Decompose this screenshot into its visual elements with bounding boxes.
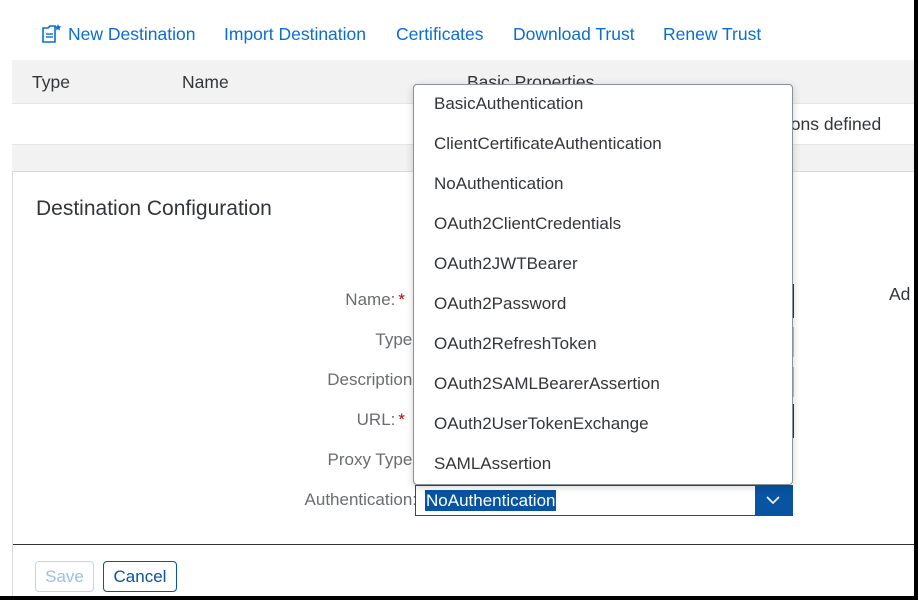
description-field-edge[interactable] [793, 367, 794, 397]
option-saml-assertion[interactable]: SAMLAssertion [434, 454, 551, 474]
url-label: URL: * [356, 410, 405, 429]
footer-divider [13, 544, 914, 545]
additional-properties-label: Ad [889, 284, 911, 304]
required-marker: * [398, 290, 405, 309]
app-window: New Destination Import Destination Certi… [0, 0, 914, 596]
panel-title: Destination Configuration [36, 197, 272, 220]
option-oauth2-refresh-token[interactable]: OAuth2RefreshToken [434, 334, 597, 354]
description-label: Description: [327, 370, 417, 389]
authentication-selected-value[interactable]: NoAuthentication [425, 490, 557, 511]
column-header-name[interactable]: Name [182, 72, 229, 93]
certificates-button[interactable]: Certificates [396, 24, 484, 45]
save-button[interactable]: Save [35, 561, 94, 592]
renew-trust-button[interactable]: Renew Trust [663, 24, 761, 45]
new-destination-icon[interactable] [40, 23, 62, 45]
chevron-down-icon [766, 496, 780, 505]
column-header-type[interactable]: Type [32, 72, 70, 93]
import-destination-button[interactable]: Import Destination [224, 24, 366, 45]
option-oauth2-password[interactable]: OAuth2Password [434, 294, 566, 314]
authentication-select[interactable]: NoAuthentication [415, 485, 793, 516]
proxy-type-label: Proxy Type: [327, 450, 417, 469]
option-client-certificate-authentication[interactable]: ClientCertificateAuthentication [434, 134, 662, 154]
toolbar: New Destination Import Destination Certi… [12, 10, 914, 60]
option-basic-authentication[interactable]: BasicAuthentication [434, 94, 583, 114]
authentication-label: Authentication: [304, 490, 417, 509]
name-label: Name: * [345, 290, 405, 309]
type-label: Type: [375, 330, 417, 349]
option-oauth2-client-credentials[interactable]: OAuth2ClientCredentials [434, 214, 621, 234]
row-status-text: tions defined [782, 114, 882, 134]
option-no-authentication[interactable]: NoAuthentication [434, 174, 563, 194]
new-destination-button[interactable]: New Destination [68, 24, 195, 45]
cancel-button[interactable]: Cancel [103, 561, 177, 592]
option-oauth2-saml-bearer-assertion[interactable]: OAuth2SAMLBearerAssertion [434, 374, 660, 394]
type-field-edge[interactable] [793, 327, 794, 357]
download-trust-button[interactable]: Download Trust [513, 24, 635, 45]
required-marker: * [398, 410, 405, 429]
option-oauth2-user-token-exchange[interactable]: OAuth2UserTokenExchange [434, 414, 649, 434]
authentication-dropdown-button[interactable] [755, 486, 792, 515]
option-oauth2-jwt-bearer[interactable]: OAuth2JWTBearer [434, 254, 578, 274]
authentication-options-list: BasicAuthentication ClientCertificateAut… [413, 84, 793, 485]
